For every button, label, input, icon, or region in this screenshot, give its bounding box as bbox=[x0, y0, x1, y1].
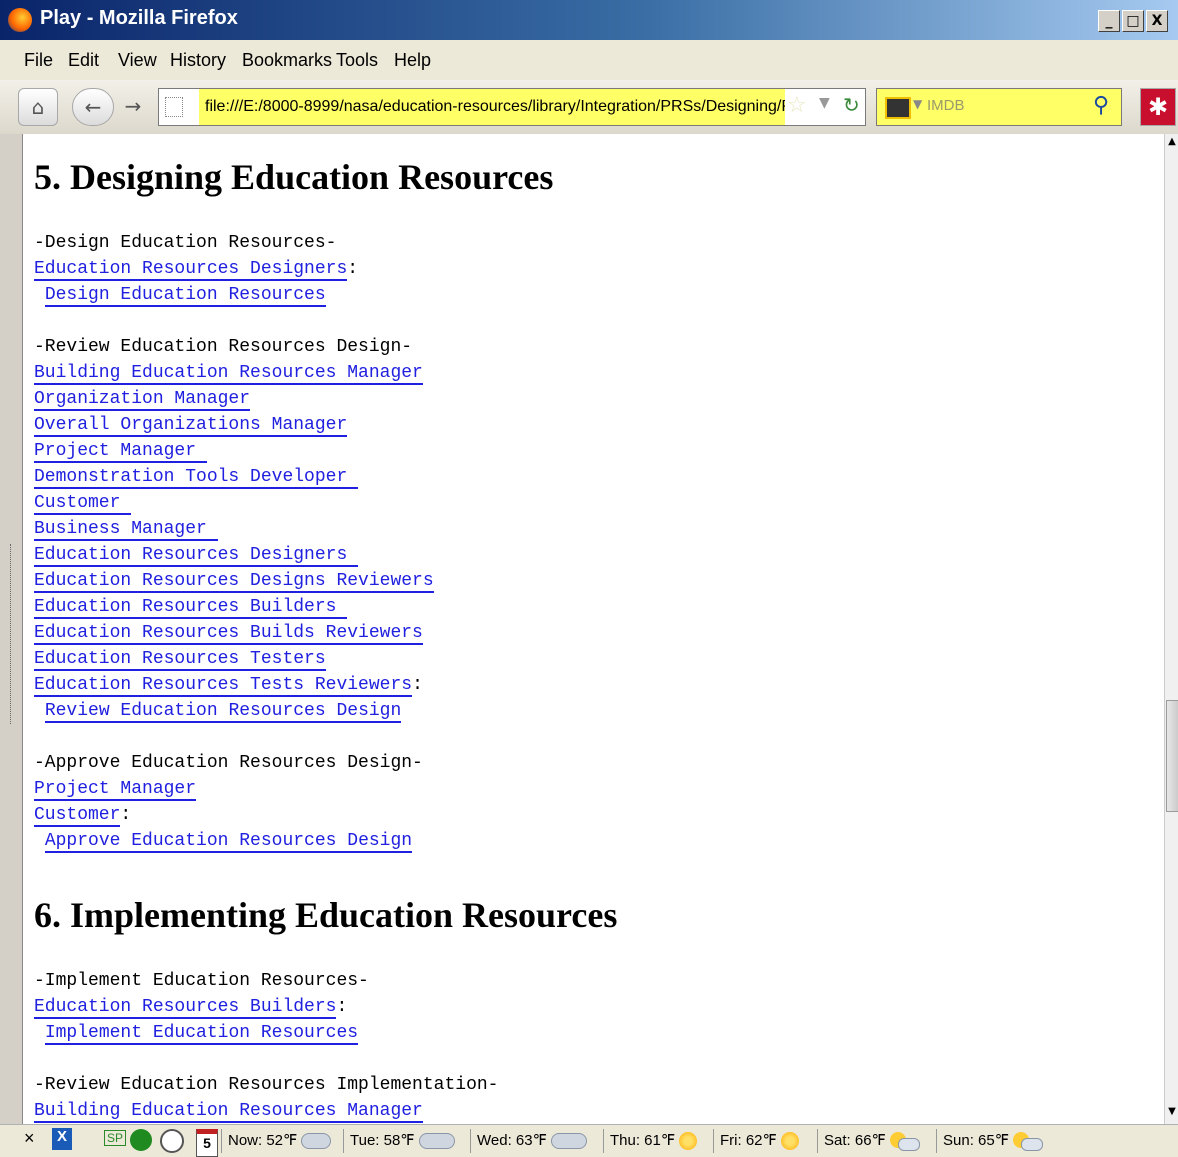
role-link[interactable]: Education Resources Builders bbox=[34, 997, 337, 1019]
menu-file[interactable]: File bbox=[24, 50, 53, 71]
forecast-label: Thu: 61℉ bbox=[610, 1132, 676, 1149]
minimize-button[interactable]: _ bbox=[1098, 10, 1120, 32]
action-link[interactable]: Review Education Resources Design bbox=[44, 701, 402, 723]
forecast-label: Now: 52℉ bbox=[228, 1132, 298, 1149]
cloud-icon bbox=[301, 1133, 332, 1150]
home-icon[interactable]: ⌂ bbox=[18, 88, 58, 126]
sp-addon-icon[interactable]: SP bbox=[104, 1130, 127, 1146]
partly-cloudy-icon bbox=[1012, 1132, 1043, 1152]
group-title: -Implement Education Resources- bbox=[34, 971, 369, 991]
menu-help[interactable]: Help bbox=[394, 50, 431, 71]
group-title: -Review Education Resources Design- bbox=[34, 337, 413, 357]
vertical-scrollbar[interactable]: ▲ ▼ bbox=[1164, 134, 1178, 1124]
scroll-up-icon[interactable]: ▲ bbox=[1165, 136, 1178, 152]
role-link[interactable]: Project Manager bbox=[34, 779, 197, 801]
role-link[interactable]: Education Resources Designs Reviewers bbox=[34, 571, 434, 593]
role-link[interactable]: Organization Manager bbox=[34, 389, 251, 411]
forecast-label: Sun: 65℉ bbox=[943, 1132, 1009, 1149]
group-title: -Design Education Resources- bbox=[34, 233, 337, 253]
weather-thu[interactable]: Thu: 61℉ bbox=[610, 1131, 698, 1151]
role-link[interactable]: Business Manager bbox=[34, 519, 218, 541]
weather-now[interactable]: Now: 52℉ bbox=[228, 1131, 332, 1150]
role-link[interactable]: Education Resources Testers bbox=[34, 649, 326, 671]
url-text[interactable]: file:///E:/8000-8999/nasa/education-reso… bbox=[199, 89, 785, 125]
reload-icon[interactable]: ↻ bbox=[843, 93, 860, 117]
address-bar[interactable]: file:///E:/8000-8999/nasa/education-reso… bbox=[158, 88, 866, 126]
menu-bar: File Edit View History Bookmarks Tools H… bbox=[0, 40, 1178, 81]
group-title: -Review Education Resources Implementati… bbox=[34, 1075, 499, 1095]
sidebar-grip bbox=[0, 134, 22, 1124]
weather-sat[interactable]: Sat: 66℉ bbox=[824, 1131, 920, 1152]
weather-wed[interactable]: Wed: 63℉ bbox=[477, 1131, 587, 1150]
maximize-button[interactable]: □ bbox=[1122, 10, 1144, 32]
role-link[interactable]: Education Resources Tests Reviewers bbox=[34, 675, 413, 697]
role-link[interactable]: Education Resources Designers bbox=[34, 545, 359, 567]
colon: : bbox=[120, 805, 132, 825]
colon: : bbox=[412, 675, 423, 695]
action-link[interactable]: Approve Education Resources Design bbox=[44, 831, 413, 853]
search-box[interactable]: ▼ IMDB ⚲ bbox=[876, 88, 1122, 126]
menu-tools[interactable]: Tools bbox=[336, 50, 378, 71]
colon: : bbox=[347, 259, 359, 279]
imdb-engine-icon[interactable] bbox=[885, 97, 911, 119]
navigation-toolbar: ⌂ ← → file:///E:/8000-8999/nasa/educatio… bbox=[0, 80, 1178, 135]
sun-icon bbox=[780, 1132, 799, 1151]
close-window-button[interactable]: X bbox=[1146, 10, 1168, 32]
firefox-logo-icon bbox=[8, 8, 32, 32]
engine-dropdown-icon[interactable]: ▼ bbox=[913, 97, 922, 111]
green-status-icon[interactable] bbox=[130, 1129, 152, 1151]
action-link[interactable]: Implement Education Resources bbox=[44, 1023, 359, 1045]
menu-view[interactable]: View bbox=[118, 50, 157, 71]
page-icon bbox=[165, 97, 183, 117]
partly-cloudy-icon bbox=[889, 1132, 920, 1152]
role-link[interactable]: Education Resources Designers bbox=[34, 259, 348, 281]
section-heading: 6. Implementing Education Resources bbox=[34, 895, 618, 935]
scroll-down-icon[interactable]: ▼ bbox=[1165, 1106, 1178, 1122]
role-link[interactable]: Building Education Resources Manager bbox=[34, 1101, 423, 1123]
search-placeholder: IMDB bbox=[927, 97, 965, 114]
forecast-label: Tue: 58℉ bbox=[350, 1132, 415, 1149]
close-addon-bar-icon[interactable]: × bbox=[24, 1128, 35, 1149]
role-link[interactable]: Building Education Resources Manager bbox=[34, 363, 423, 385]
rain-cloud-icon bbox=[418, 1133, 455, 1150]
weather-sun[interactable]: Sun: 65℉ bbox=[943, 1131, 1043, 1152]
clock-icon[interactable] bbox=[160, 1129, 184, 1153]
url-dropdown-icon[interactable]: ▼ bbox=[819, 95, 830, 111]
section-heading: 5. Designing Education Resources bbox=[34, 157, 554, 197]
role-link[interactable]: Customer bbox=[34, 493, 132, 515]
group-title: -Approve Education Resources Design- bbox=[34, 753, 423, 773]
title-bar: Play - Mozilla Firefox _ □ X bbox=[0, 0, 1178, 40]
scrollbar-thumb[interactable] bbox=[1166, 700, 1178, 812]
splitter-handle[interactable] bbox=[10, 544, 13, 724]
sun-icon bbox=[679, 1132, 698, 1151]
menu-edit[interactable]: Edit bbox=[68, 50, 99, 71]
weather-fri[interactable]: Fri: 62℉ bbox=[720, 1131, 799, 1151]
forecast-label: Fri: 62℉ bbox=[720, 1132, 777, 1149]
weather-tue[interactable]: Tue: 58℉ bbox=[350, 1131, 455, 1150]
status-bar: × X SP 5 Now: 52℉ Tue: 58℉ Wed: 63℉ Thu:… bbox=[0, 1124, 1178, 1157]
role-link[interactable]: Education Resources Builds Reviewers bbox=[34, 623, 423, 645]
role-link[interactable]: Overall Organizations Manager bbox=[34, 415, 348, 437]
forward-arrow-icon[interactable]: → bbox=[114, 88, 152, 124]
rain-cloud-icon bbox=[550, 1133, 587, 1150]
addon-icon[interactable]: ✱ bbox=[1140, 88, 1176, 126]
calendar-icon[interactable]: 5 bbox=[196, 1129, 218, 1157]
window-title: Play - Mozilla Firefox bbox=[40, 7, 238, 29]
forecast-label: Wed: 63℉ bbox=[477, 1132, 547, 1149]
role-link[interactable]: Project Manager bbox=[34, 441, 207, 463]
search-icon[interactable]: ⚲ bbox=[1093, 93, 1109, 118]
forecast-label: Sat: 66℉ bbox=[824, 1132, 886, 1149]
menu-bookmarks[interactable]: Bookmarks bbox=[242, 50, 332, 71]
role-link[interactable]: Demonstration Tools Developer bbox=[34, 467, 359, 489]
role-link[interactable]: Education Resources Builders bbox=[34, 597, 348, 619]
role-link[interactable]: Customer bbox=[34, 805, 121, 827]
page-content: 5. Designing Education Resources -Design… bbox=[22, 134, 1165, 1124]
x-addon-icon[interactable]: X bbox=[52, 1128, 72, 1150]
colon: : bbox=[336, 997, 348, 1017]
menu-history[interactable]: History bbox=[170, 50, 226, 71]
action-link[interactable]: Design Education Resources bbox=[44, 285, 326, 307]
back-arrow-icon[interactable]: ← bbox=[72, 88, 114, 126]
bookmark-star-icon[interactable]: ☆ bbox=[787, 93, 807, 118]
